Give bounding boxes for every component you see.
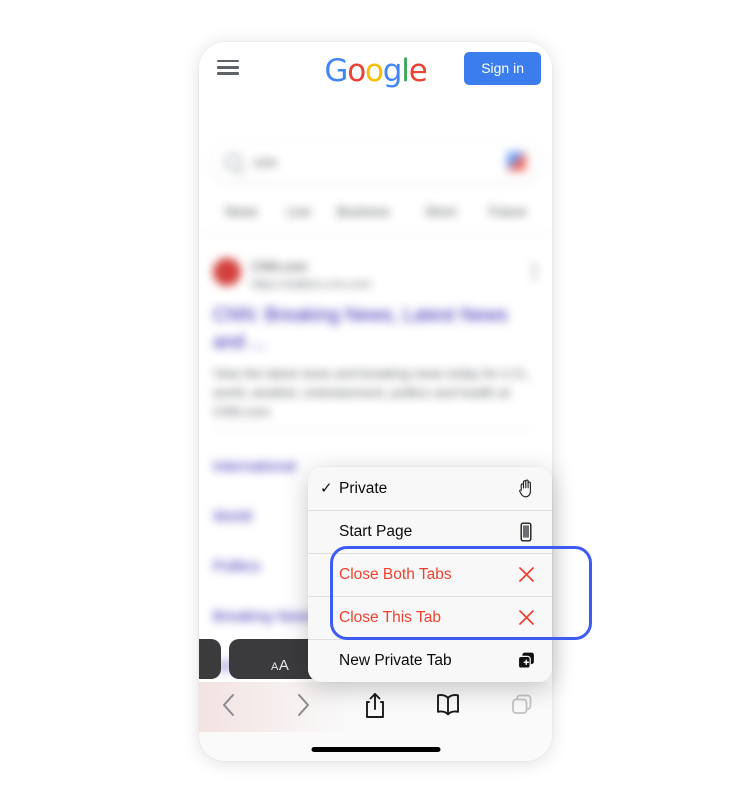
new-tab-icon bbox=[515, 650, 537, 672]
screenshot-canvas: cnn News Live Business Short Future CNN.… bbox=[0, 0, 750, 800]
google-header: Google Sign in bbox=[199, 42, 552, 98]
share-icon[interactable] bbox=[353, 692, 397, 726]
result-divider bbox=[213, 428, 533, 429]
text-size-button[interactable]: AA bbox=[271, 657, 289, 674]
result-title[interactable]: CNN: Breaking News, Latest News and ... bbox=[213, 302, 533, 356]
result-sublink-international[interactable]: International bbox=[213, 458, 296, 475]
result-tab-live[interactable]: Live bbox=[287, 204, 311, 219]
menu-item-start-page[interactable]: Start Page bbox=[308, 510, 552, 553]
cnn-favicon bbox=[213, 258, 241, 286]
menu-item-label: Private bbox=[339, 479, 388, 497]
bottom-toolbar bbox=[199, 682, 552, 761]
result-tab-future[interactable]: Future bbox=[489, 204, 527, 219]
google-lens-icon[interactable] bbox=[507, 152, 526, 171]
result-sublink-politics[interactable]: Politics bbox=[213, 558, 261, 575]
close-x-icon bbox=[515, 564, 537, 586]
hamburger-menu-icon[interactable] bbox=[217, 60, 239, 76]
google-logo: Google bbox=[324, 53, 427, 89]
menu-item-label: Close Both Tabs bbox=[339, 565, 452, 583]
menu-item-close-this-tab[interactable]: Close This Tab bbox=[308, 596, 552, 639]
menu-item-label: Close This Tab bbox=[339, 608, 441, 626]
forward-icon[interactable] bbox=[281, 692, 325, 726]
menu-item-private[interactable]: ✓ Private bbox=[308, 467, 552, 510]
result-overflow-icon[interactable] bbox=[533, 264, 536, 267]
close-x-icon bbox=[515, 607, 537, 629]
menu-item-label: New Private Tab bbox=[339, 651, 452, 669]
menu-item-close-both-tabs[interactable]: Close Both Tabs bbox=[308, 553, 552, 596]
phone-icon bbox=[515, 521, 537, 543]
search-input[interactable]: cnn bbox=[253, 154, 277, 170]
result-snippet: View the latest news and breaking news t… bbox=[213, 366, 531, 419]
menu-item-label: Start Page bbox=[339, 522, 413, 540]
result-sublink-breaking-news[interactable]: Breaking News bbox=[213, 608, 314, 625]
tab-context-menu: ✓ Private Start Page Close Both Tabs Clo… bbox=[308, 467, 552, 682]
tabs-icon[interactable] bbox=[500, 692, 544, 726]
checkmark-icon: ✓ bbox=[320, 480, 333, 497]
result-sublink-world[interactable]: World bbox=[213, 508, 252, 525]
search-bar[interactable]: cnn bbox=[211, 142, 540, 182]
back-icon[interactable] bbox=[207, 692, 251, 726]
sign-in-button[interactable]: Sign in bbox=[464, 52, 541, 85]
result-tab-short[interactable]: Short bbox=[425, 204, 456, 219]
home-indicator bbox=[311, 747, 440, 752]
search-icon bbox=[225, 154, 242, 171]
result-site-url: https://edition.cnn.com bbox=[251, 277, 372, 291]
menu-item-new-private-tab[interactable]: New Private Tab bbox=[308, 639, 552, 682]
tab-chip-adjacent[interactable] bbox=[199, 639, 221, 679]
result-tab-business[interactable]: Business bbox=[337, 204, 390, 219]
result-tabs: News Live Business Short Future bbox=[199, 194, 552, 235]
result-tab-news[interactable]: News bbox=[225, 204, 258, 219]
bookmarks-icon[interactable] bbox=[426, 692, 470, 726]
hand-raised-icon bbox=[515, 478, 537, 500]
result-site-name: CNN.com bbox=[251, 259, 308, 274]
